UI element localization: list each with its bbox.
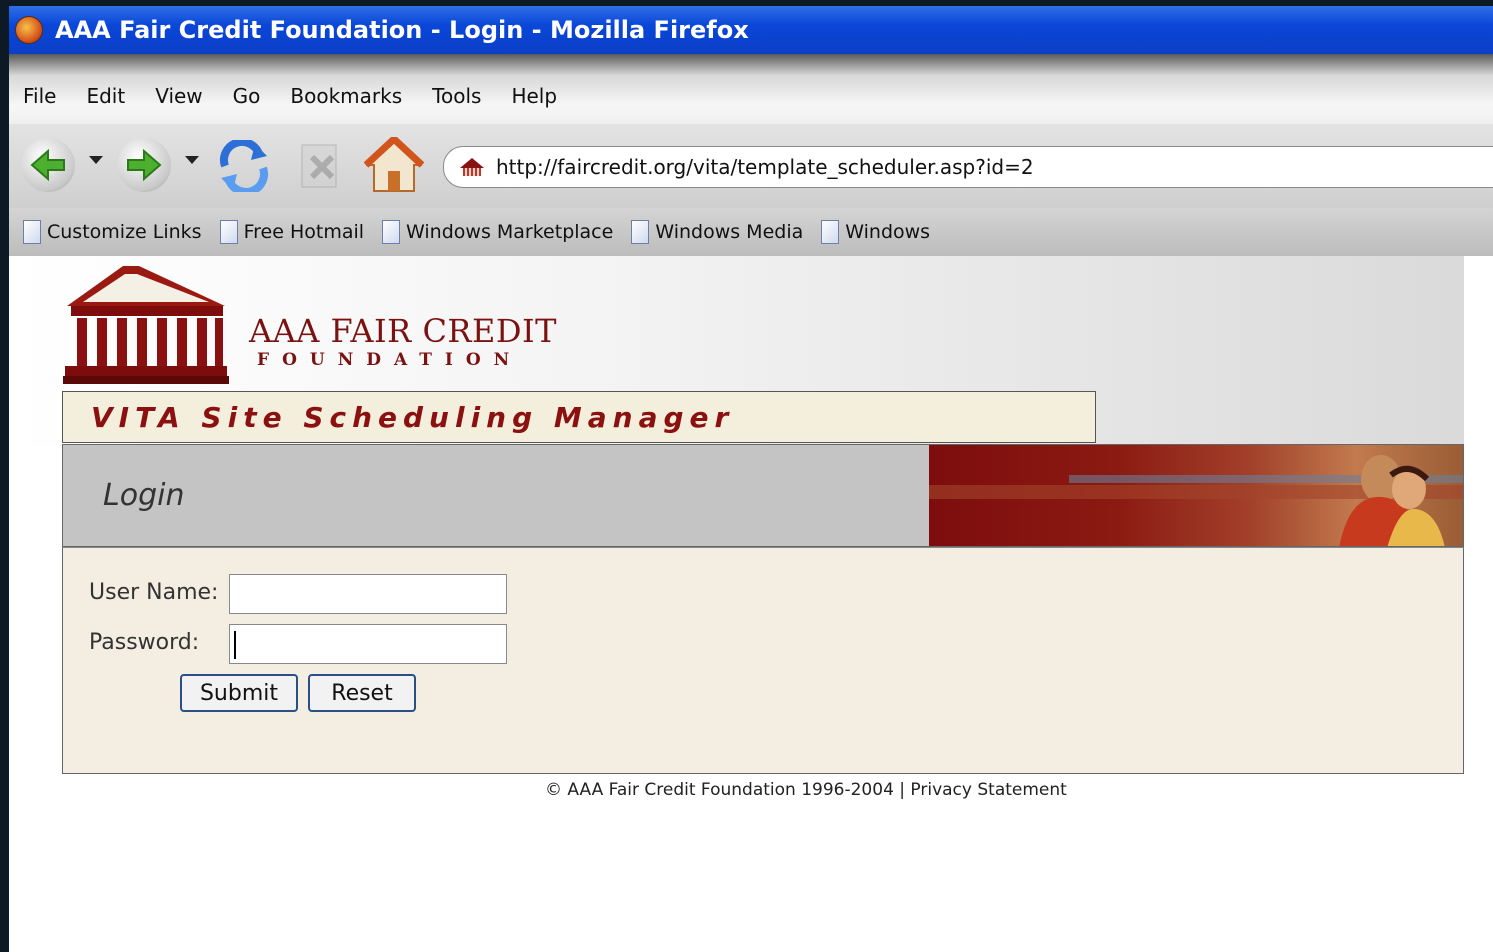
stop-icon[interactable] xyxy=(293,138,349,194)
bookmark-windows-media[interactable]: Windows Media xyxy=(631,220,803,244)
page-icon xyxy=(382,220,401,244)
menu-view[interactable]: View xyxy=(155,84,202,108)
bookmark-free-hotmail[interactable]: Free Hotmail xyxy=(219,220,365,244)
username-input[interactable] xyxy=(229,574,507,614)
bookmark-windows-marketplace[interactable]: Windows Marketplace xyxy=(382,220,613,244)
bookmarks-toolbar: Customize Links Free Hotmail Windows Mar… xyxy=(9,208,1493,256)
bookmark-customize-links[interactable]: Customize Links xyxy=(23,220,202,244)
bookmark-windows[interactable]: Windows xyxy=(821,220,930,244)
reset-button[interactable]: Reset xyxy=(308,674,416,712)
family-photo xyxy=(929,444,1464,547)
page-content: AAA FAIR CREDIT FOUNDATION VITA Site Sch… xyxy=(9,256,1493,952)
bookmark-label: Customize Links xyxy=(47,221,202,243)
url-text: http://faircredit.org/vita/template_sche… xyxy=(496,155,1034,179)
window-title: AAA Fair Credit Foundation - Login - Moz… xyxy=(55,16,749,44)
forward-dropdown-icon[interactable] xyxy=(185,156,199,164)
password-label: Password: xyxy=(89,630,200,655)
menu-bookmarks[interactable]: Bookmarks xyxy=(290,84,402,108)
bookmark-label: Windows Marketplace xyxy=(406,221,614,243)
login-form: User Name: Password: Submit Reset xyxy=(62,547,1464,774)
app-title-bar: VITA Site Scheduling Manager xyxy=(62,391,1096,443)
page-icon xyxy=(23,220,41,244)
menu-file[interactable]: File xyxy=(23,84,56,108)
navigation-toolbar: http://faircredit.org/vita/template_sche… xyxy=(9,124,1493,208)
back-icon[interactable] xyxy=(21,138,75,192)
menu-edit[interactable]: Edit xyxy=(86,84,125,108)
submit-button[interactable]: Submit xyxy=(180,674,298,712)
browser-window: AAA Fair Credit Foundation - Login - Moz… xyxy=(9,6,1493,952)
menu-go[interactable]: Go xyxy=(233,84,261,108)
text-cursor xyxy=(234,631,236,659)
title-bar: AAA Fair Credit Foundation - Login - Moz… xyxy=(9,6,1493,54)
url-bar[interactable]: http://faircredit.org/vita/template_sche… xyxy=(443,146,1493,188)
page-icon xyxy=(821,220,840,244)
bookmark-label: Free Hotmail xyxy=(243,221,365,243)
section-title: Login xyxy=(103,478,185,513)
forward-icon[interactable] xyxy=(117,138,171,192)
bookmark-label: Windows Media xyxy=(655,221,804,243)
footer-text: © AAA Fair Credit Foundation 1996-2004 |… xyxy=(545,780,1067,800)
reload-icon[interactable] xyxy=(213,138,275,194)
password-input[interactable] xyxy=(229,624,507,664)
home-icon[interactable] xyxy=(363,136,425,196)
site-favicon-icon xyxy=(460,158,484,176)
username-label: User Name: xyxy=(89,580,219,605)
back-dropdown-icon[interactable] xyxy=(89,156,103,164)
logo-name: AAA FAIR CREDIT xyxy=(249,312,558,350)
page-icon xyxy=(631,220,650,244)
menu-tools[interactable]: Tools xyxy=(432,84,481,108)
bookmark-label: Windows xyxy=(845,221,931,243)
app-title: VITA Site Scheduling Manager xyxy=(91,400,735,434)
section-header: Login xyxy=(62,444,929,547)
firefox-icon xyxy=(15,16,43,44)
page-icon xyxy=(219,220,238,244)
logo-subtitle: FOUNDATION xyxy=(257,350,523,370)
temple-logo-icon xyxy=(63,266,229,384)
menu-help[interactable]: Help xyxy=(511,84,557,108)
